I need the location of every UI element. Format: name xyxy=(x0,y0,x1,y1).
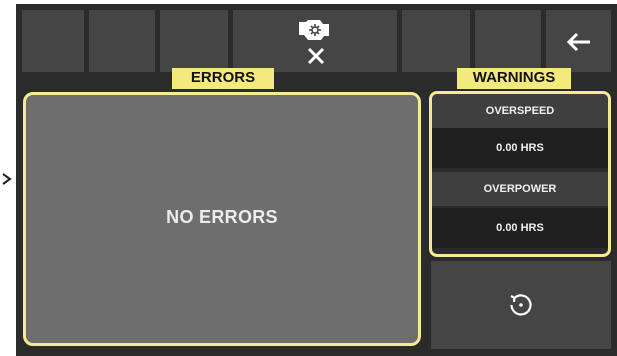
side-pointer-icon xyxy=(0,172,14,186)
toolbar-button-6[interactable] xyxy=(475,10,541,72)
errors-panel: NO ERRORS xyxy=(23,92,421,346)
errors-title: ERRORS xyxy=(172,68,274,89)
warnings-panel: OVERSPEED 0.00 HRS OVERPOWER 0.00 HRS xyxy=(429,91,611,257)
toolbar-button-2[interactable] xyxy=(89,10,155,72)
overpower-value: 0.00 HRS xyxy=(432,208,608,248)
diagnostic-screen: NO ERRORS ERRORS WARNINGS OVERSPEED 0.00… xyxy=(16,4,617,356)
overspeed-label: OVERSPEED xyxy=(432,94,608,128)
close-icon xyxy=(307,47,325,70)
clear-faults-button[interactable] xyxy=(233,10,397,72)
toolbar-button-1[interactable] xyxy=(22,10,84,72)
warnings-title: WARNINGS xyxy=(457,68,571,89)
back-arrow-icon xyxy=(566,32,592,57)
toolbar-button-3[interactable] xyxy=(160,10,228,72)
back-button[interactable] xyxy=(546,10,611,72)
reset-button[interactable] xyxy=(431,261,611,349)
no-errors-message: NO ERRORS xyxy=(166,207,278,227)
engine-warning-icon xyxy=(296,18,334,49)
overpower-label: OVERPOWER xyxy=(432,172,608,206)
reset-icon xyxy=(510,294,532,316)
toolbar-button-5[interactable] xyxy=(402,10,470,72)
overspeed-value: 0.00 HRS xyxy=(432,128,608,168)
